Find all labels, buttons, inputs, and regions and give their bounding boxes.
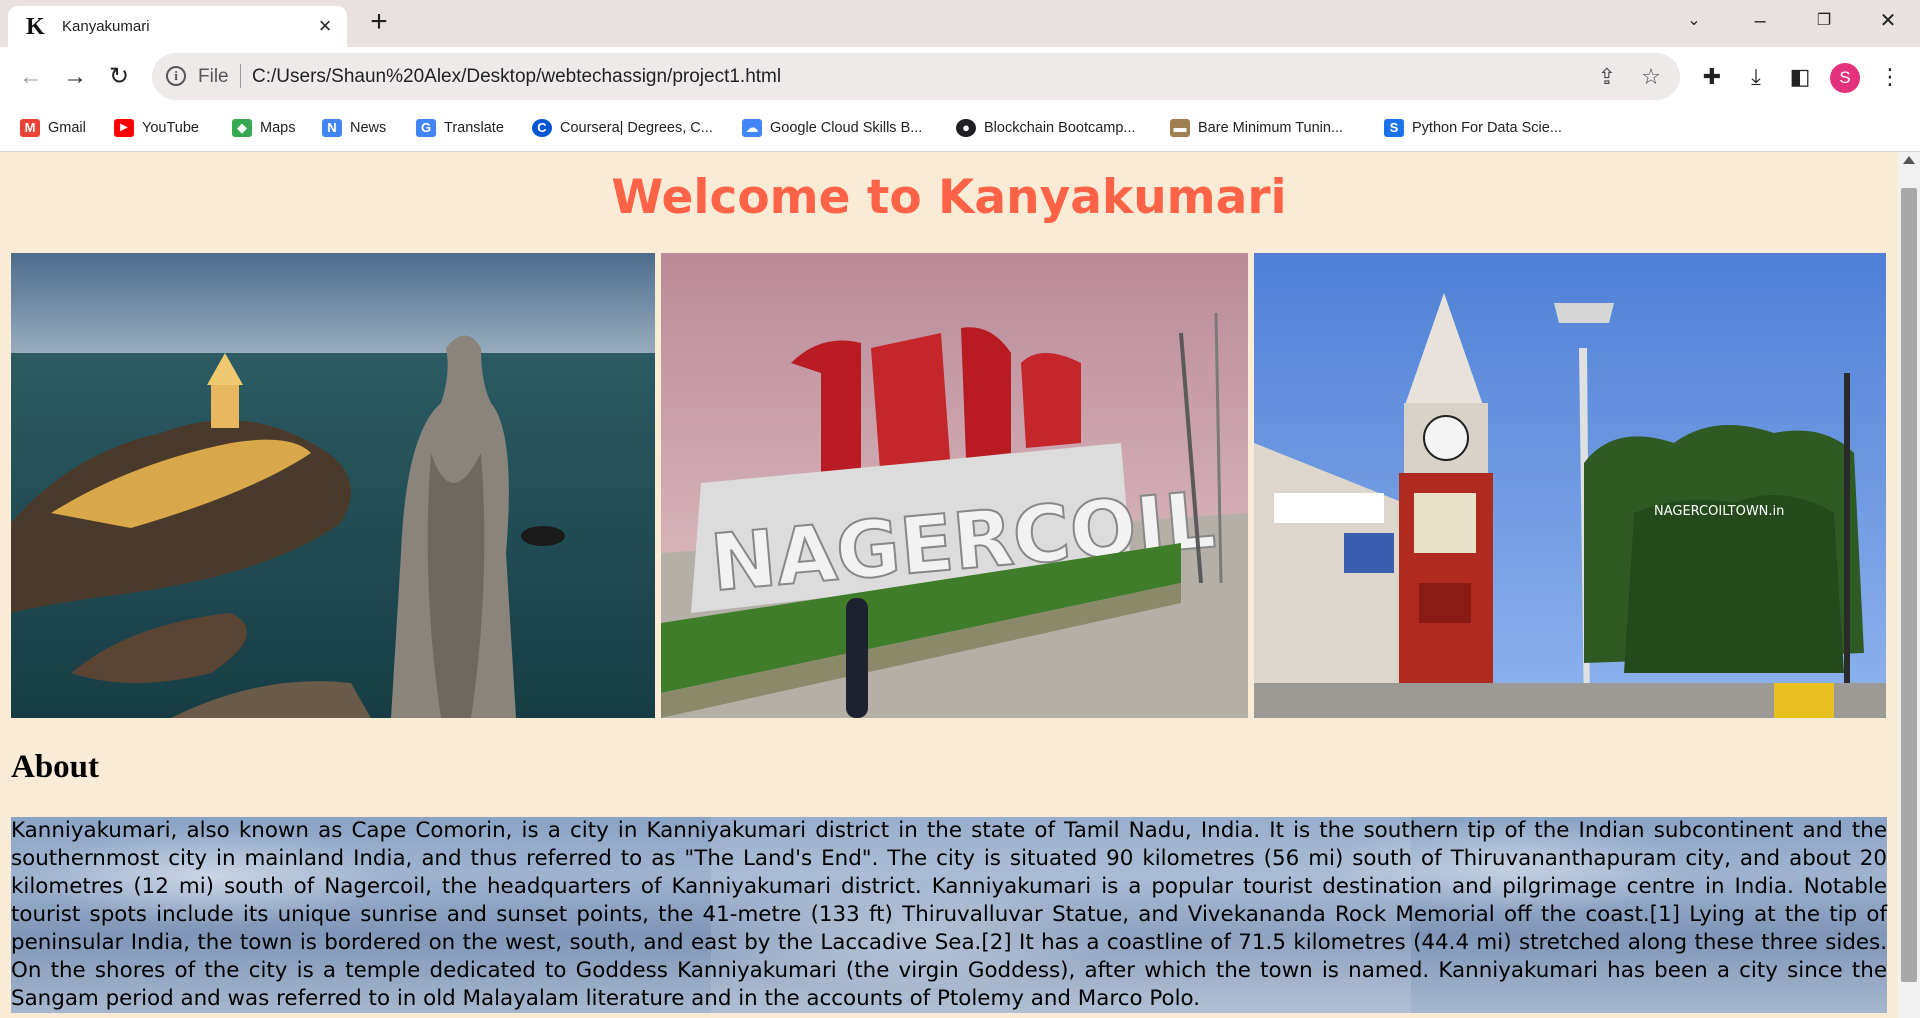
bookmark-coursera[interactable]: C Coursera| Degrees, C...: [532, 116, 713, 140]
watermark-text: NAGERCOILTOWN.in: [1654, 504, 1784, 519]
bookmark-label: Maps: [260, 120, 296, 136]
bookmark-label: News: [350, 120, 387, 136]
bookmark-news[interactable]: N News: [322, 116, 386, 140]
scrollbar-thumb[interactable]: [1901, 188, 1917, 982]
side-panel-icon[interactable]: ◧: [1786, 63, 1814, 91]
bookmark-label: YouTube: [142, 120, 199, 136]
page-title: Welcome to Kanyakumari: [611, 170, 1287, 225]
forward-button[interactable]: →: [60, 62, 90, 92]
bookmark-star-icon[interactable]: ☆: [1638, 64, 1664, 90]
more-menu-icon[interactable]: ⋮: [1876, 63, 1904, 91]
bookmark-bare-minimum[interactable]: ▬ Bare Minimum Tunin...: [1170, 116, 1343, 140]
site-favicon-icon: K: [26, 14, 45, 40]
translate-icon: G: [416, 119, 436, 137]
minimize-window-button[interactable]: –: [1740, 8, 1780, 34]
news-icon: N: [322, 119, 342, 137]
about-paragraph: Kanniyakumari, also known as Cape Comori…: [11, 817, 1887, 1013]
bare-minimum-icon: ▬: [1170, 119, 1190, 137]
extensions-puzzle-icon[interactable]: ✚: [1698, 63, 1726, 91]
profile-avatar[interactable]: S: [1830, 63, 1860, 93]
close-tab-icon[interactable]: ×: [314, 15, 336, 37]
restore-window-button[interactable]: ❐: [1804, 8, 1844, 34]
page-scrollbar[interactable]: [1898, 152, 1920, 1018]
page-viewport: Welcome to Kanyakumari NAGERCOIL NAGERCO…: [0, 152, 1898, 1018]
browser-toolbar: ← → ↻ i File C:/Users/Shaun%20Alex/Deskt…: [0, 47, 1920, 106]
bookmark-label: Python For Data Scie...: [1412, 120, 1562, 136]
python-course-icon: S: [1384, 119, 1404, 137]
coursera-icon: C: [532, 119, 552, 137]
download-icon[interactable]: ⤓: [1742, 63, 1770, 91]
tab-strip: K Kanyakumari × + ⌄ – ❐ ✕: [0, 0, 1920, 47]
bookmark-translate[interactable]: G Translate: [416, 116, 504, 140]
kanyakumari-statue-photo: [11, 253, 655, 718]
url-text[interactable]: C:/Users/Shaun%20Alex/Desktop/webtechass…: [252, 66, 781, 88]
site-info-icon[interactable]: i: [166, 66, 186, 86]
google-cloud-icon: ☁: [742, 119, 762, 137]
bookmark-label: Blockchain Bootcamp...: [984, 120, 1136, 136]
youtube-icon: ▶: [114, 119, 134, 137]
scroll-up-arrow-icon[interactable]: [1903, 156, 1915, 164]
reload-button[interactable]: ↻: [104, 62, 134, 92]
bookmark-label: Translate: [444, 120, 504, 136]
new-tab-button[interactable]: +: [364, 7, 394, 38]
bookmark-label: Coursera| Degrees, C...: [560, 120, 713, 136]
nagercoil-sign-photo: NAGERCOIL: [661, 253, 1248, 718]
bookmark-gmail[interactable]: M Gmail: [20, 116, 86, 140]
maps-icon: ◆: [232, 119, 252, 137]
bookmark-google-cloud[interactable]: ☁ Google Cloud Skills B...: [742, 116, 922, 140]
gmail-icon: M: [20, 119, 40, 137]
bookmarks-bar: M Gmail ▶ YouTube ◆ Maps N News G Transl…: [0, 106, 1920, 152]
bookmark-blockchain[interactable]: ● Blockchain Bootcamp...: [956, 116, 1136, 140]
bookmark-label: Google Cloud Skills B...: [770, 120, 923, 136]
bookmark-label: Gmail: [48, 120, 86, 136]
close-window-button[interactable]: ✕: [1868, 8, 1908, 34]
url-scheme-label: File: [198, 66, 229, 87]
about-heading: About: [11, 749, 100, 785]
bookmark-maps[interactable]: ◆ Maps: [232, 116, 295, 140]
tab-kanyakumari[interactable]: K Kanyakumari ×: [8, 6, 347, 47]
url-divider: [240, 64, 241, 88]
bookmark-python-data-science[interactable]: S Python For Data Scie...: [1384, 116, 1562, 140]
back-button[interactable]: ←: [16, 62, 46, 92]
bookmark-youtube[interactable]: ▶ YouTube: [114, 116, 199, 140]
tab-search-chevron-down-icon[interactable]: ⌄: [1674, 8, 1714, 34]
share-icon[interactable]: ⇪: [1594, 64, 1620, 90]
tab-title: Kanyakumari: [62, 18, 150, 35]
blockchain-icon: ●: [956, 119, 976, 137]
clock-tower-photo: NAGERCOILTOWN.in: [1254, 253, 1886, 718]
bookmark-label: Bare Minimum Tunin...: [1198, 120, 1344, 136]
address-bar[interactable]: i File C:/Users/Shaun%20Alex/Desktop/web…: [152, 53, 1680, 100]
about-paragraph-text: Kanniyakumari, also known as Cape Comori…: [11, 818, 1887, 1011]
